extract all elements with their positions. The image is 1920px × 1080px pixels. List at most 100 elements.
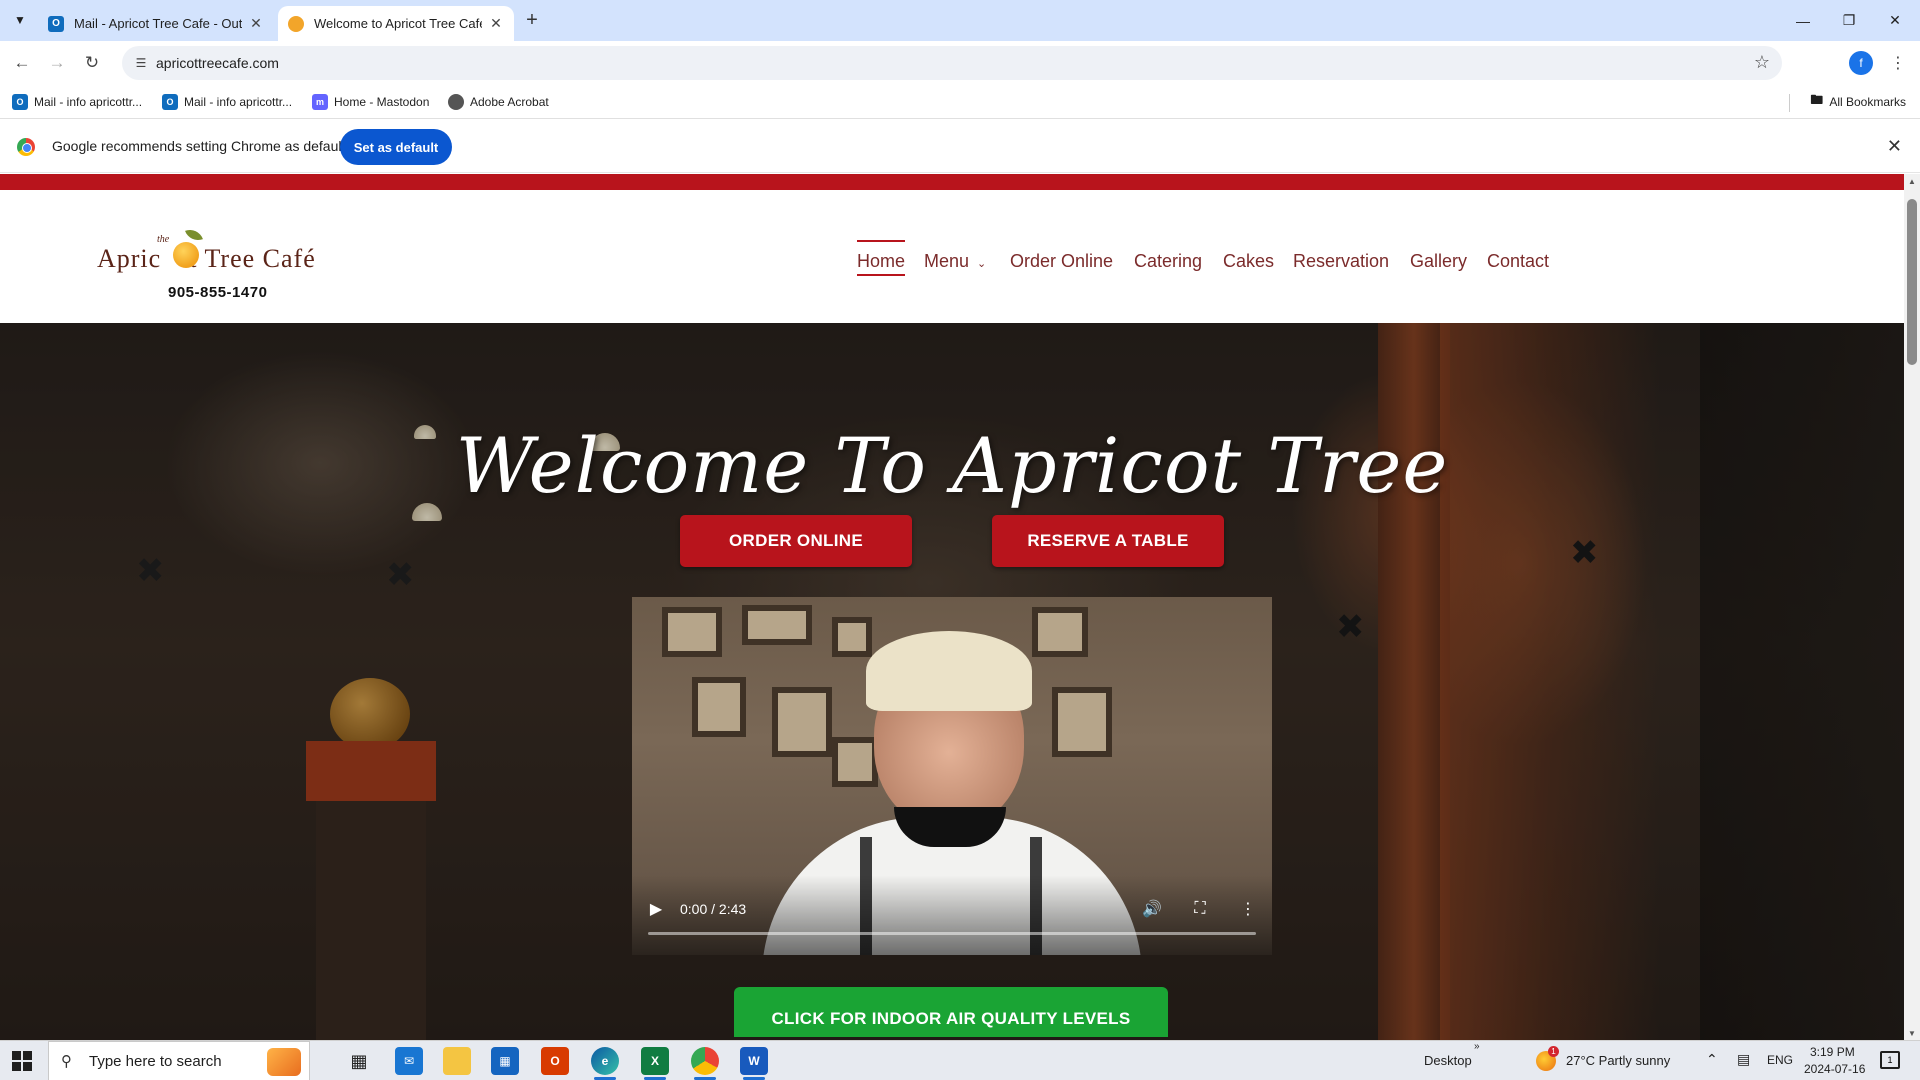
weather-badge: 1 (1548, 1046, 1559, 1057)
play-icon[interactable]: ▶ (644, 897, 668, 921)
edge-icon: e (591, 1047, 619, 1075)
restore-button[interactable]: ❐ (1826, 0, 1872, 41)
page-scrollbar[interactable]: ▲ ▼ (1904, 174, 1920, 1040)
logo-name: Apric t Tree Café (97, 244, 316, 274)
task-view-icon: ▦ (350, 1050, 368, 1071)
network-icon[interactable]: ▤ (1737, 1051, 1750, 1068)
mail-icon: ✉ (395, 1047, 423, 1075)
notification-count: 1 (1887, 1055, 1893, 1065)
taskbar-word[interactable]: W (731, 1041, 777, 1080)
taskbar-excel[interactable]: X (632, 1041, 678, 1080)
close-window-button[interactable]: ✕ (1872, 0, 1918, 41)
scrollbar-thumb[interactable] (1907, 199, 1917, 365)
reload-button[interactable]: ↻ (78, 49, 106, 77)
toolbar-expand-icon[interactable]: » (1474, 1041, 1480, 1052)
close-tab-icon[interactable]: ✕ (248, 15, 264, 32)
tab-mail[interactable]: O Mail - Apricot Tree Cafe - Outlo ✕ (38, 6, 274, 41)
nav-order-online[interactable]: Order Online (1010, 246, 1113, 276)
language-indicator[interactable]: ENG (1767, 1053, 1793, 1067)
new-tab-button[interactable]: + (520, 8, 544, 32)
bookmarks-divider (1789, 94, 1790, 112)
file-explorer-icon (443, 1047, 471, 1075)
windows-start-icon[interactable] (12, 1051, 32, 1071)
logo-name-part2: t Tree Café (189, 244, 316, 273)
more-options-icon[interactable]: ⋮ (1236, 897, 1260, 921)
set-as-default-button[interactable]: Set as default (340, 129, 452, 165)
tab-apricot-tree[interactable]: Welcome to Apricot Tree Cafe | ✕ (278, 6, 514, 41)
clock-date[interactable]: 2024-07-16 (1804, 1062, 1865, 1076)
fullscreen-icon[interactable]: ⛶ (1188, 897, 1212, 921)
address-bar[interactable]: ☰ apricottreecafe.com ☆ (122, 46, 1782, 80)
nav-contact[interactable]: Contact (1487, 246, 1549, 276)
search-placeholder: Type here to search (89, 1053, 222, 1070)
bookmark-acrobat[interactable]: Adobe Acrobat (448, 91, 549, 113)
notification-center-icon[interactable]: 1 (1880, 1051, 1900, 1069)
chrome-icon (691, 1047, 719, 1075)
top-red-bar (0, 174, 1904, 190)
taskbar-office[interactable]: O (532, 1041, 578, 1080)
chrome-menu-icon[interactable]: ⋮ (1886, 51, 1910, 75)
site-info-icon[interactable]: ☰ (132, 54, 150, 72)
taskbar-store[interactable]: ▦ (482, 1041, 528, 1080)
taskbar-chrome[interactable] (682, 1041, 728, 1080)
close-infobar-icon[interactable]: ✕ (1887, 136, 1902, 157)
order-online-button[interactable]: ORDER ONLINE (680, 515, 912, 567)
nav-reservation[interactable]: Reservation (1293, 246, 1389, 276)
wall-frame (662, 607, 722, 657)
screen: ▼ O Mail - Apricot Tree Cafe - Outlo ✕ W… (0, 0, 1920, 1080)
nav-cakes[interactable]: Cakes (1223, 246, 1274, 276)
back-button[interactable]: ← (8, 49, 36, 77)
nav-gallery[interactable]: Gallery (1410, 246, 1467, 276)
nav-home[interactable]: Home (857, 240, 906, 276)
wall-frame (1052, 687, 1112, 757)
hero-section: ✖ ✖ ✖ ✖ Welcome To Apricot Tree ORDER ON… (0, 323, 1904, 1040)
profile-avatar[interactable]: f (1849, 51, 1873, 75)
all-bookmarks-button[interactable]: 🖿 All Bookmarks (1810, 91, 1906, 113)
mastodon-icon: m (312, 94, 328, 110)
nav-catering[interactable]: Catering (1134, 246, 1202, 276)
bookmark-mastodon[interactable]: m Home - Mastodon (312, 91, 429, 113)
office-icon: O (541, 1047, 569, 1075)
scroll-down-icon[interactable]: ▼ (1904, 1026, 1920, 1040)
apricot-favicon-icon (288, 15, 304, 32)
task-view-button[interactable]: ▦ (336, 1041, 382, 1080)
hero-title: Welcome To Apricot Tree (455, 421, 1449, 510)
infobar-message: Google recommends setting Chrome as defa… (52, 138, 346, 154)
intro-video[interactable]: ▶ 0:00 / 2:43 🔊 ⛶ ⋮ (632, 597, 1272, 955)
wall-frame (772, 687, 832, 757)
weather-text[interactable]: 27°C Partly sunny (1566, 1053, 1670, 1068)
scroll-up-icon[interactable]: ▲ (1904, 174, 1920, 188)
tab-search-dropdown-icon[interactable]: ▼ (8, 8, 32, 32)
clock-time[interactable]: 3:19 PM (1810, 1045, 1855, 1059)
show-hidden-icons-icon[interactable]: ⌃ (1706, 1051, 1718, 1068)
tab-title: Welcome to Apricot Tree Cafe | (314, 16, 482, 31)
webpage: the Apric t Tree Café 905-855-1470 Home M… (0, 174, 1904, 1040)
tab-strip: ▼ O Mail - Apricot Tree Cafe - Outlo ✕ W… (0, 0, 1920, 41)
reserve-table-button[interactable]: RESERVE A TABLE (992, 515, 1224, 567)
search-highlight-icon (267, 1048, 301, 1076)
bookmark-mail-1[interactable]: O Mail - info apricottr... (12, 91, 142, 113)
site-logo[interactable]: the Apric t Tree Café 905-855-1470 (97, 226, 353, 306)
minimize-button[interactable]: — (1780, 0, 1826, 41)
outlook-icon: O (162, 94, 178, 110)
video-time: 0:00 / 2:43 (680, 901, 747, 917)
taskbar-edge[interactable]: e (582, 1041, 628, 1080)
video-progress-bar[interactable] (648, 932, 1256, 935)
bookmark-star-icon[interactable]: ☆ (1754, 52, 1770, 73)
close-tab-icon[interactable]: ✕ (488, 15, 504, 32)
forward-button[interactable]: → (43, 49, 71, 77)
desktop-toolbar-label[interactable]: Desktop (1424, 1053, 1472, 1068)
store-icon: ▦ (491, 1047, 519, 1075)
windows-taskbar: ⚲ Type here to search ▦ ✉ ▦ O e X W Desk… (0, 1040, 1920, 1080)
taskbar-file-explorer[interactable] (434, 1041, 480, 1080)
bookmark-mail-2[interactable]: O Mail - info apricottr... (162, 91, 292, 113)
nav-menu[interactable]: Menu ⌄ (924, 246, 986, 276)
taskbar-mail[interactable]: ✉ (386, 1041, 432, 1080)
volume-icon[interactable]: 🔊 (1140, 897, 1164, 921)
url-text[interactable]: apricottreecafe.com (156, 55, 279, 71)
all-bookmarks-label: All Bookmarks (1829, 95, 1906, 109)
chevron-down-icon: ⌄ (977, 258, 987, 270)
word-icon: W (740, 1047, 768, 1075)
air-quality-button[interactable]: CLICK FOR INDOOR AIR QUALITY LEVELS (734, 987, 1168, 1037)
taskbar-search[interactable]: ⚲ Type here to search (48, 1041, 310, 1080)
